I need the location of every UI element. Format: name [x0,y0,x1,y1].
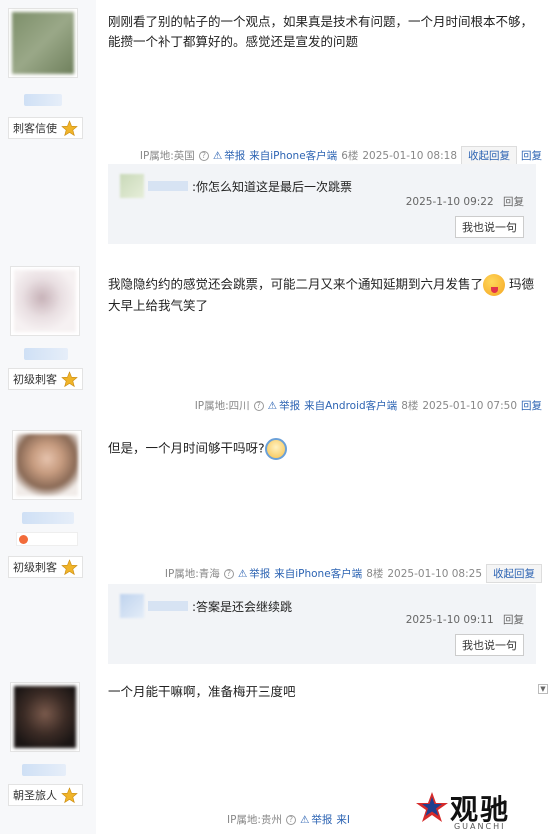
reply-avatar[interactable] [120,174,144,198]
help-icon[interactable]: ? [223,568,234,579]
sub-reply-box: :答案是还会继续跳 2025-1-10 09:11 回复 我也说一句 [108,584,536,664]
user-avatar[interactable] [10,266,80,336]
rank-label: 初级刺客 [13,561,57,574]
warning-icon: ⚠ [299,813,310,826]
report-label: 举报 [279,400,301,412]
help-icon[interactable]: ? [285,814,296,825]
report-link[interactable]: ⚠ 举报 [238,566,270,581]
ip-location: IP属地:英国 [139,150,195,162]
client-source[interactable]: 来自iPhone客户端 [249,148,337,163]
user-avatar[interactable] [10,682,80,752]
client-source[interactable]: 来自Android客户端 [304,398,397,413]
sub-reply-time: 2025-1-10 09:11 [405,614,494,626]
post-meta: IP属地:贵州 ? ⚠ 举报 来I [227,812,350,827]
scroll-down-icon[interactable]: ▼ [538,684,548,694]
post-meta: IP属地:英国 ? ⚠ 举报 来自iPhone客户端 6楼 2025-01-10 … [140,146,542,165]
sub-reply-link[interactable]: 回复 [503,196,524,208]
post-content-text: 我隐隐约约的感觉还会跳票，可能二月又来个通知延期到六月发售了 [108,276,484,292]
report-label: 举报 [311,814,333,826]
sub-reply: :你怎么知道这是最后一次跳票 [120,174,352,198]
user-avatar[interactable] [8,8,78,78]
client-source[interactable]: 来自iPhone客户端 [274,566,362,581]
username[interactable] [24,348,68,360]
sub-reply: :答案是还会继续跳 [120,594,292,618]
report-label: 举报 [249,568,271,580]
medal-icon [19,535,28,544]
reply-link[interactable]: 回复 [521,398,542,413]
floor-number: 8楼 [401,400,419,412]
rank-badge: 初级刺客 [8,556,83,578]
say-something-button[interactable]: 我也说一句 [455,216,524,238]
say-something-button[interactable]: 我也说一句 [455,634,524,656]
floor-number: 6楼 [341,150,359,162]
reply-username[interactable] [148,181,188,191]
post-content: 我隐隐约约的感觉还会跳票，可能二月又来个通知延期到六月发售了 玛德大早上给我气笑… [108,274,538,316]
collapse-replies-button[interactable]: 收起回复 [486,564,542,583]
client-source[interactable]: 来I [336,812,350,827]
sub-reply-text: :你怎么知道这是最后一次跳票 [192,179,353,194]
help-icon[interactable]: ? [253,400,264,411]
sub-reply-link[interactable]: 回复 [503,614,524,626]
star-logo-icon [415,792,448,822]
post-time: 2025-01-10 07:50 [422,399,517,412]
post-content-text: 但是，一个月时间够干吗呀? [108,440,265,456]
shocked-emoji-icon [264,438,287,460]
sub-reply-time: 2025-1-10 09:22 [405,196,494,208]
ip-location: IP属地:四川 [194,400,250,412]
rank-label: 朝圣旅人 [13,789,57,802]
level-star-icon [61,786,78,804]
sub-reply-box: :你怎么知道这是最后一次跳票 2025-1-10 09:22 回复 我也说一句 [108,164,536,244]
collapse-replies-button[interactable]: 收起回复 [461,146,517,165]
username[interactable] [22,764,66,776]
help-icon[interactable]: ? [198,150,209,161]
user-avatar[interactable] [12,430,82,500]
username[interactable] [24,94,62,106]
ip-location: IP属地:青海 [164,568,220,580]
post-time: 2025-01-10 08:18 [362,149,457,162]
report-link[interactable]: ⚠ 举报 [300,812,332,827]
post-content: 但是，一个月时间够干吗呀? [108,438,538,460]
rank-badge: 刺客信使 [8,117,83,139]
reply-avatar[interactable] [120,594,144,618]
watermark-subtext: GUANCHI [453,822,506,831]
post-time: 2025-01-10 08:25 [387,567,482,580]
level-star-icon [61,370,78,388]
floor-number: 8楼 [366,568,384,580]
ip-location: IP属地:贵州 [227,814,282,826]
reply-link[interactable]: 回复 [521,148,542,163]
sub-reply-meta: 2025-1-10 09:11 回复 [406,612,524,627]
report-link[interactable]: ⚠ 举报 [268,398,300,413]
level-star-icon [61,558,78,576]
post-content: 一个月能干嘛啊，准备梅开三度吧 [108,684,296,699]
username[interactable] [22,512,74,524]
sub-reply-text: :答案是还会继续跳 [192,599,293,614]
sub-reply-meta: 2025-1-10 09:22 回复 [406,194,524,209]
tongue-emoji-icon [483,274,506,296]
rank-label: 刺客信使 [13,122,57,135]
reply-username[interactable] [148,601,188,611]
post-meta: IP属地:青海 ? ⚠ 举报 来自iPhone客户端 8楼 2025-01-10 … [165,564,542,583]
warning-icon: ⚠ [237,567,248,580]
rank-badge: 朝圣旅人 [8,784,83,806]
warning-icon: ⚠ [267,399,278,412]
post-meta: IP属地:四川 ? ⚠ 举报 来自Android客户端 8楼 2025-01-10… [195,398,542,413]
post-content: 刚刚看了别的帖子的一个观点，如果真是技术有问题，一个月时间根本不够，能攒一个补丁… [108,14,534,49]
level-star-icon [61,119,78,137]
rank-badge: 初级刺客 [8,368,83,390]
report-link[interactable]: ⚠ 举报 [213,148,245,163]
watermark-logo: 观驰 GUANCHI [414,788,510,831]
report-label: 举报 [224,150,246,162]
badge-strip [16,532,78,546]
warning-icon: ⚠ [212,149,223,162]
rank-label: 初级刺客 [13,373,57,386]
